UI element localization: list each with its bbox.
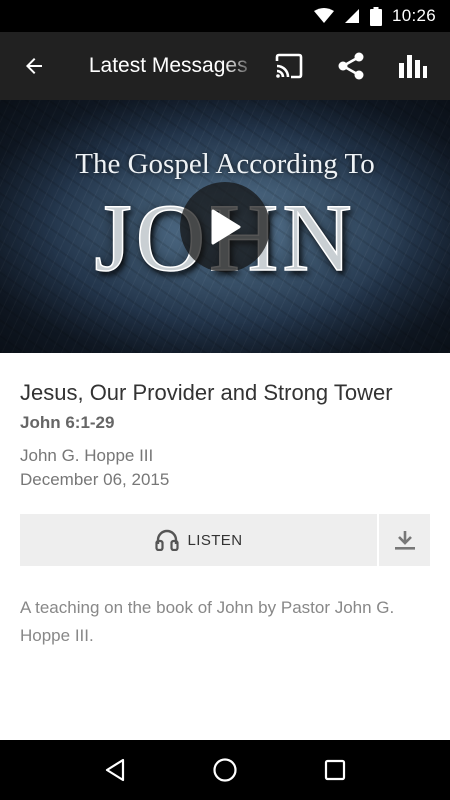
play-button[interactable]	[180, 182, 270, 272]
nav-recents-icon	[324, 759, 346, 781]
play-icon	[211, 209, 241, 245]
wifi-icon	[313, 8, 334, 23]
headphones-icon	[154, 529, 179, 551]
battery-icon	[369, 6, 382, 26]
app-bar: Latest Messages	[0, 32, 450, 100]
cast-button[interactable]	[258, 32, 320, 100]
system-nav-bar	[0, 740, 450, 800]
bar-chart-icon	[399, 55, 427, 78]
cell-signal-icon	[344, 9, 359, 23]
scripture-reference: John 6:1-29	[20, 413, 115, 432]
download-icon	[394, 531, 415, 550]
speaker-name: John G. Hoppe III	[20, 446, 154, 465]
message-description: A teaching on the book of John by Pastor…	[20, 598, 395, 645]
listen-label: LISTEN	[187, 531, 243, 549]
share-button[interactable]	[320, 32, 382, 100]
status-bar: 10:26	[0, 0, 450, 32]
nav-back-icon	[105, 758, 125, 782]
message-date: December 06, 2015	[20, 470, 170, 489]
nav-home-button[interactable]	[195, 740, 255, 800]
app-bar-actions	[258, 32, 444, 100]
sermon-banner[interactable]: The Gospel According To JOHN	[0, 100, 450, 353]
page-title: Latest Messages	[88, 54, 248, 77]
message-title: Jesus, Our Provider and Strong Tower	[20, 380, 393, 405]
arrow-back-icon	[26, 58, 43, 74]
banner-subtitle: The Gospel According To	[75, 148, 375, 180]
share-icon	[338, 52, 364, 80]
status-time: 10:26	[391, 6, 436, 25]
nav-recents-button[interactable]	[305, 740, 365, 800]
cast-icon	[275, 53, 303, 79]
nav-back-button[interactable]	[85, 740, 145, 800]
stats-button[interactable]	[382, 32, 444, 100]
back-button[interactable]	[0, 32, 69, 100]
download-button[interactable]	[379, 514, 430, 566]
nav-home-icon	[213, 758, 237, 782]
listen-button[interactable]: LISTEN	[20, 514, 377, 566]
